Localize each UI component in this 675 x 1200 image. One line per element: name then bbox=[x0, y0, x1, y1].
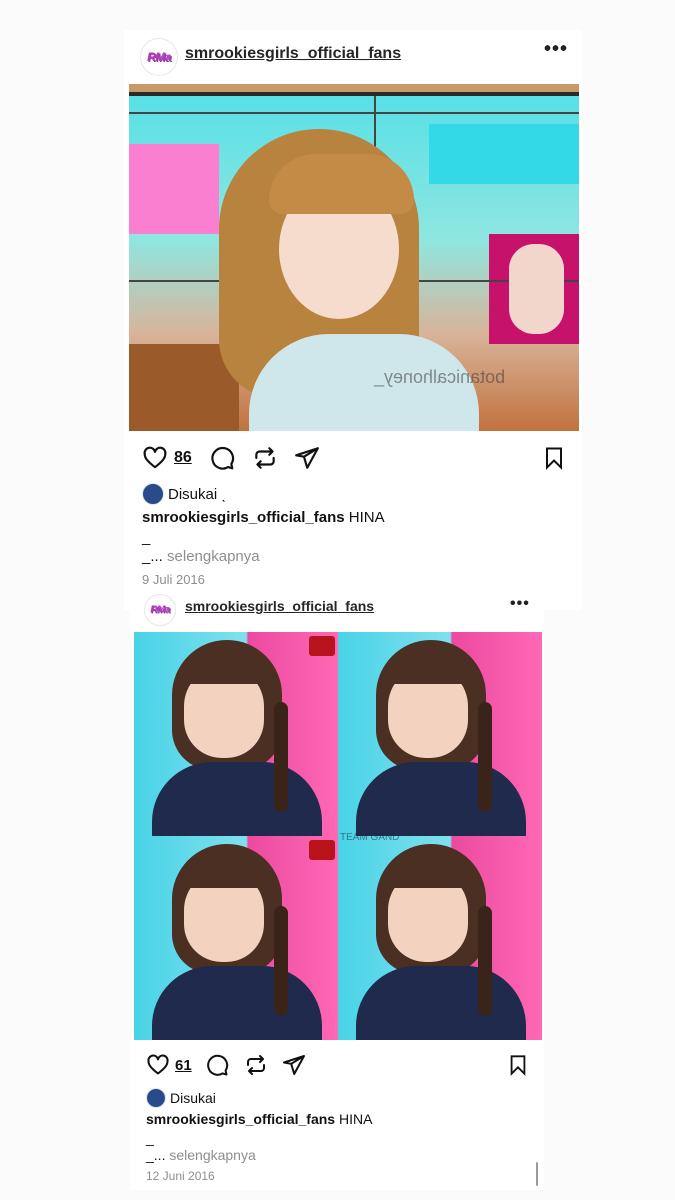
bangs-shape bbox=[182, 654, 268, 684]
post-actions: 61 bbox=[130, 1046, 544, 1086]
bangs-shape bbox=[269, 154, 414, 214]
shirt-shape bbox=[152, 762, 322, 836]
liked-by-avatar[interactable] bbox=[146, 1088, 166, 1108]
caption-ellipsis: _... bbox=[142, 548, 163, 565]
username-link[interactable]: smrookiesgirls_official_fans bbox=[185, 45, 401, 63]
caption-text: HINA bbox=[338, 1111, 373, 1127]
bookmark-icon[interactable] bbox=[542, 445, 566, 471]
post-1: RMa smrookiesgirls_official_fans ••• bot… bbox=[124, 30, 582, 610]
scrollbar[interactable] bbox=[536, 1162, 538, 1186]
hand-shape bbox=[509, 244, 564, 334]
shirt-shape bbox=[152, 966, 322, 1040]
post-header: RMa smrookiesgirls_official_fans ••• bbox=[130, 590, 544, 630]
caption-ellipsis: _... bbox=[146, 1147, 166, 1163]
post-actions: 86 bbox=[124, 438, 582, 478]
bookmark-icon[interactable] bbox=[507, 1053, 529, 1077]
shirt-shape bbox=[356, 762, 526, 836]
braid-shape bbox=[478, 702, 492, 812]
caption: smrookiesgirls_official_fans HINA bbox=[142, 509, 385, 526]
comment-icon[interactable] bbox=[205, 1053, 229, 1077]
caption-more-line: _... selengkapnya bbox=[146, 1147, 256, 1163]
send-icon[interactable] bbox=[282, 1053, 306, 1077]
bangs-shape bbox=[182, 858, 268, 888]
photo-tile bbox=[338, 632, 542, 836]
post-2: RMa smrookiesgirls_official_fans ••• TEA… bbox=[130, 590, 544, 1190]
avatar-logo-text: RMa bbox=[147, 50, 171, 64]
username-link[interactable]: smrookiesgirls_official_fans bbox=[185, 598, 374, 614]
post-image[interactable]: TEAM GAND bbox=[134, 632, 542, 1040]
avatar-logo-text: RMa bbox=[150, 604, 170, 616]
screen-block bbox=[429, 124, 579, 184]
liked-by-avatar[interactable] bbox=[142, 483, 164, 505]
repost-icon[interactable] bbox=[244, 1053, 268, 1077]
like-count[interactable]: 86 bbox=[174, 449, 192, 467]
avatar[interactable]: RMa bbox=[140, 38, 178, 76]
screen-block bbox=[129, 144, 219, 234]
repost-icon[interactable] bbox=[252, 445, 278, 471]
braid-shape bbox=[478, 906, 492, 1016]
post-header: RMa smrookiesgirls_official_fans ••• bbox=[124, 30, 582, 82]
comment-icon[interactable] bbox=[209, 445, 235, 471]
more-options-icon[interactable]: ••• bbox=[544, 38, 568, 61]
like-count[interactable]: 61 bbox=[175, 1057, 192, 1074]
photo-watermark: TEAM GAND bbox=[340, 832, 400, 843]
bangs-shape bbox=[386, 654, 472, 684]
photo-tile bbox=[134, 836, 338, 1040]
shirt-shape bbox=[356, 966, 526, 1040]
caption-username[interactable]: smrookiesgirls_official_fans bbox=[142, 509, 345, 526]
bangs-shape bbox=[386, 858, 472, 888]
screen-seam bbox=[129, 112, 579, 114]
liked-by-text[interactable]: Disukai bbox=[170, 1090, 216, 1106]
photo-tile bbox=[338, 836, 542, 1040]
send-icon[interactable] bbox=[294, 445, 320, 471]
post-date: 12 Juni 2016 bbox=[146, 1169, 215, 1183]
heart-icon[interactable] bbox=[146, 1053, 170, 1077]
more-options-icon[interactable]: ••• bbox=[510, 595, 530, 613]
liked-by-text[interactable]: Disukai ˎ bbox=[168, 486, 226, 503]
caption-username[interactable]: smrookiesgirls_official_fans bbox=[146, 1111, 335, 1127]
see-more-link[interactable]: selengkapnya bbox=[169, 1147, 255, 1163]
tv-logo bbox=[309, 840, 335, 860]
caption-line: _ bbox=[142, 529, 151, 546]
photo-tile bbox=[134, 632, 338, 836]
caption-line: _ bbox=[146, 1130, 154, 1146]
braid-shape bbox=[274, 906, 288, 1016]
see-more-link[interactable]: selengkapnya bbox=[167, 548, 260, 565]
post-image[interactable]: botanicalhoney_ bbox=[129, 84, 579, 431]
caption: smrookiesgirls_official_fans HINA bbox=[146, 1111, 372, 1127]
heart-icon[interactable] bbox=[142, 445, 168, 471]
caption-more-line: _... selengkapnya bbox=[142, 548, 260, 565]
post-date: 9 Juli 2016 bbox=[142, 572, 205, 587]
braid-shape bbox=[274, 702, 288, 812]
tv-logo bbox=[309, 636, 335, 656]
photo-watermark: botanicalhoney_ bbox=[374, 367, 506, 387]
avatar[interactable]: RMa bbox=[144, 594, 176, 626]
caption-text: HINA bbox=[348, 509, 385, 526]
